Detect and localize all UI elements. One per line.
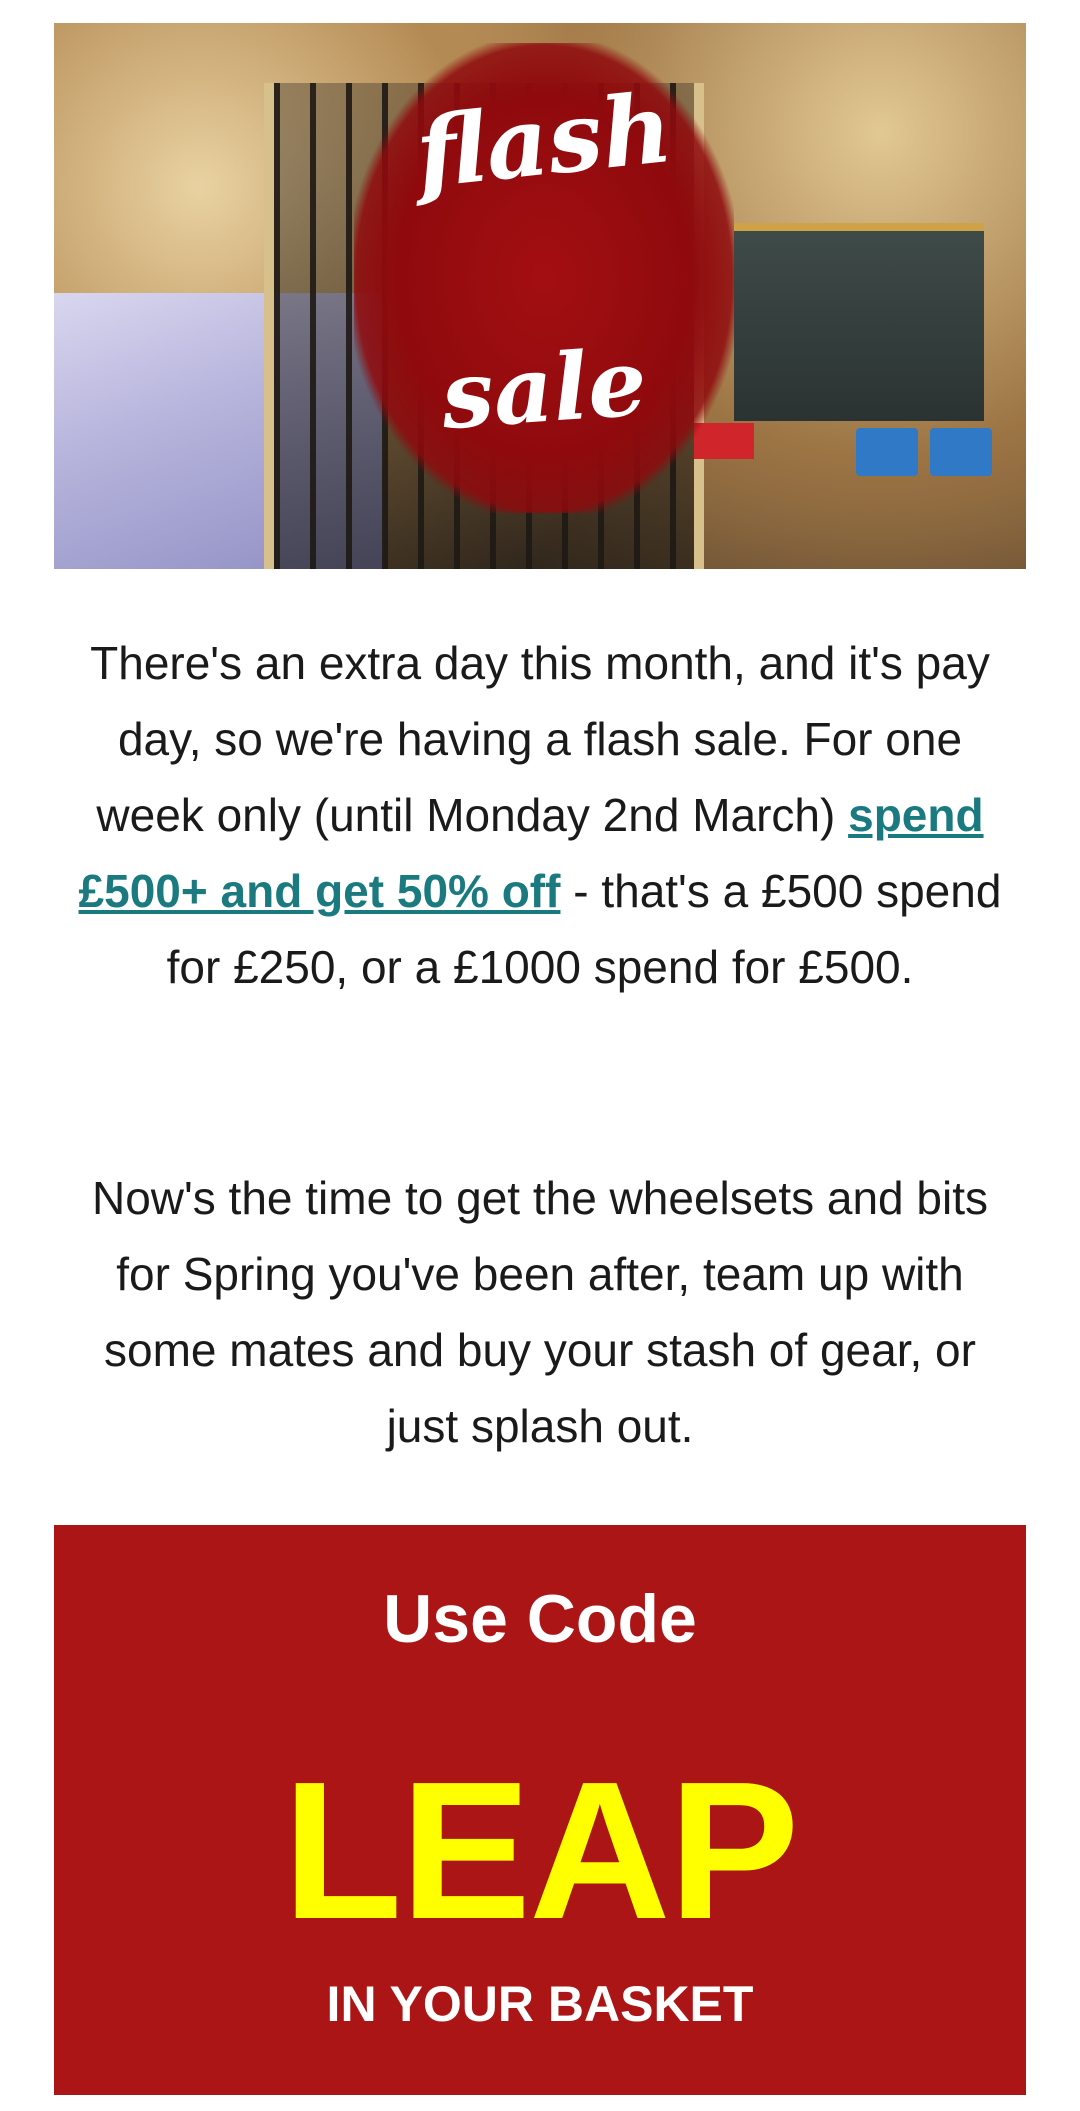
blue-bin-decoration — [930, 428, 992, 476]
intro-paragraph: There's an extra day this month, and it'… — [70, 625, 1010, 1005]
use-code-heading: Use Code — [383, 1581, 697, 1657]
blue-bin-decoration — [856, 428, 918, 476]
flash-sale-banner-image[interactable]: flash sale — [54, 23, 1026, 569]
cabinet-decoration — [734, 223, 984, 421]
discount-code: LEAP — [282, 1741, 800, 1960]
email-page: flash sale There's an extra day this mon… — [0, 0, 1080, 2111]
discount-code-box: Use Code LEAP IN YOUR BASKET — [54, 1525, 1026, 2095]
second-paragraph: Now's the time to get the wheelsets and … — [91, 1172, 989, 1452]
in-your-basket-text: IN YOUR BASKET — [326, 1976, 754, 2032]
